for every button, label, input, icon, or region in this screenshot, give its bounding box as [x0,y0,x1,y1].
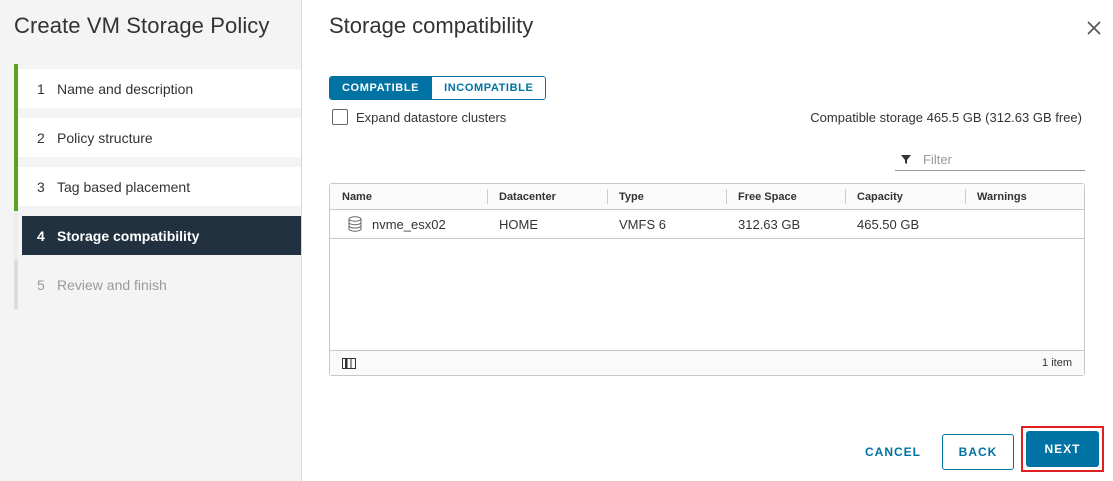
column-header-warnings[interactable]: Warnings [965,184,1084,209]
incompatible-tab[interactable]: INCOMPATIBLE [431,77,546,99]
step-number: 2 [37,129,45,146]
step-label: Name and description [57,80,194,97]
compatible-storage-summary: Compatible storage 465.5 GB (312.63 GB f… [810,110,1082,125]
grid-header: Name Datacenter Type Free Space Capacity… [330,184,1084,210]
wizard-title: Create VM Storage Policy [14,13,270,38]
column-header-name[interactable]: Name [330,184,487,209]
step-tag-based-placement[interactable]: 3 Tag based placement [14,162,301,211]
expand-clusters-checkbox[interactable] [332,109,348,125]
table-row[interactable]: nvme_esx02 HOME VMFS 6 312.63 GB 465.50 … [330,210,1084,239]
cell-datacenter: HOME [499,216,538,232]
expand-datastore-clusters: Expand datastore clusters [332,109,506,125]
filter-box [895,148,1085,171]
datastore-icon [348,216,362,232]
step-label: Review and finish [57,276,167,293]
page-title: Storage compatibility [329,13,534,38]
datastore-name: nvme_esx02 [372,216,446,232]
compatible-tab[interactable]: COMPATIBLE [330,77,432,99]
step-name-and-description[interactable]: 1 Name and description [14,64,301,113]
step-number: 3 [37,178,45,195]
next-button[interactable]: NEXT [1026,431,1099,467]
step-storage-compatibility[interactable]: 4 Storage compatibility [14,211,301,260]
cancel-button[interactable]: CANCEL [858,434,928,470]
cell-free-space: 312.63 GB [738,216,801,232]
column-header-datacenter[interactable]: Datacenter [487,184,607,209]
step-number: 4 [37,227,45,244]
step-review-and-finish: 5 Review and finish [14,260,301,309]
wizard-steps: 1 Name and description 2 Policy structure … [14,64,301,309]
cell-name: nvme_esx02 [330,210,487,238]
cell-warnings [965,210,1084,238]
step-label: Tag based placement [57,178,191,195]
wizard-content: Storage compatibility COMPATIBLE INCOMPA… [302,0,1113,481]
filter-icon [901,155,911,164]
grid-footer: 1 item [330,350,1084,375]
filter-input[interactable] [923,151,1083,167]
step-number: 5 [37,276,45,293]
datastore-grid: Name Datacenter Type Free Space Capacity… [329,183,1085,376]
wizard-sidebar: Create VM Storage Policy 1 Name and descr… [0,0,302,481]
column-toggle-icon[interactable] [342,357,356,369]
close-icon[interactable] [1085,19,1103,37]
cell-type: VMFS 6 [619,216,666,232]
column-header-free-space[interactable]: Free Space [726,184,845,209]
expand-clusters-label: Expand datastore clusters [356,109,507,125]
step-label: Policy structure [57,129,153,146]
column-header-type[interactable]: Type [607,184,726,209]
back-button[interactable]: BACK [942,434,1014,470]
compatibility-toggle: COMPATIBLE INCOMPATIBLE [329,76,547,100]
step-number: 1 [37,80,45,97]
item-count: 1 item [1042,357,1072,369]
step-policy-structure[interactable]: 2 Policy structure [14,113,301,162]
column-header-capacity[interactable]: Capacity [845,184,965,209]
step-label: Storage compatibility [57,227,200,244]
cell-capacity: 465.50 GB [857,216,920,232]
